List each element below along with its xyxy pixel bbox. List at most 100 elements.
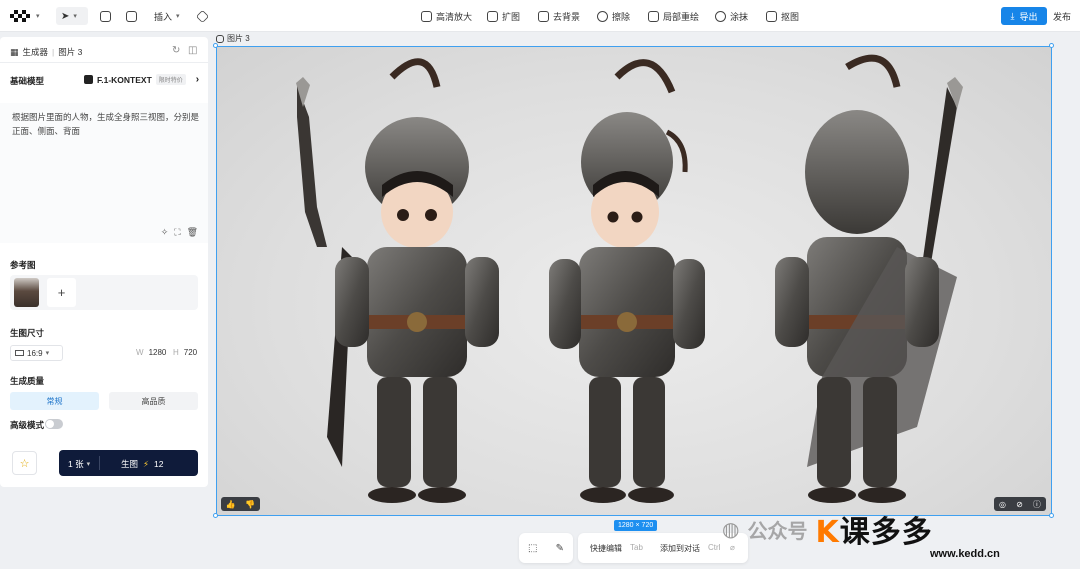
chevron-down-icon: ▾ [176, 13, 180, 20]
brand-logo: K课多多 [815, 515, 933, 550]
logo-icon [10, 10, 30, 22]
divider [99, 456, 100, 470]
smear-button[interactable]: 涂抹 [715, 7, 748, 25]
plus-icon: + [57, 285, 66, 300]
resize-handle[interactable] [213, 513, 218, 518]
image-icon [100, 10, 111, 22]
smear-icon [715, 10, 726, 22]
expand-icon [487, 10, 498, 22]
watermark-url: www.kedd.cn [930, 548, 1000, 560]
star-icon: ☆ [19, 457, 30, 470]
info-icon[interactable]: ⓘ [1033, 499, 1041, 510]
resize-handle[interactable] [1049, 513, 1054, 518]
generator-panel: ▦ 生成器 | 图片 3 ↻ ◫ 基础模型 F.1-KONTEXT 限时特价 ›… [0, 37, 208, 487]
frame-icon [126, 10, 137, 22]
thumbs-up-icon[interactable]: 👍 [226, 500, 236, 509]
image-controls: ◎ ⊘ ⓘ [994, 497, 1046, 511]
add-reference-button[interactable]: + [47, 278, 76, 307]
divider [0, 62, 208, 63]
size-label: 生图尺寸 [10, 328, 45, 338]
advanced-toggle[interactable] [45, 419, 63, 429]
eraser-icon [597, 10, 608, 22]
character-turnaround-illustration [296, 54, 963, 503]
quality-high-button[interactable]: 高品质 [109, 392, 198, 410]
export-button[interactable]: ⤓ 导出 [1001, 7, 1047, 25]
trash-icon[interactable]: 🗑 [187, 227, 198, 238]
chevron-down-icon: ▾ [36, 13, 40, 20]
generated-image[interactable] [216, 46, 1052, 516]
add-to-chat-shortcut: Ctrl [708, 543, 721, 552]
quick-edit-button[interactable]: 快捷编辑 [590, 543, 622, 554]
expand-prompt-icon[interactable]: ⛶ [174, 227, 180, 238]
advanced-label: 高级模式 [10, 420, 45, 430]
width-field[interactable]: W 1280 [136, 348, 166, 357]
inpaint-icon [648, 10, 659, 22]
upscale-button[interactable]: 高清放大 [421, 7, 472, 25]
base-model-label: 基础模型 [10, 76, 45, 86]
back-view-figure [775, 54, 963, 503]
generate-button[interactable]: 1 张 ▾ 生图 ⚡ 12 [59, 450, 198, 476]
ratio-icon [15, 350, 24, 356]
remove-bg-icon [538, 10, 549, 22]
chevron-right-icon: › [195, 74, 200, 85]
remove-bg-button[interactable]: 去背景 [538, 7, 580, 25]
publish-button[interactable]: 发布 [1053, 7, 1071, 25]
top-toolbar: ▾ ➤ ▾ 插入 ▾ 高清放大 扩图 去背景 擦除 局部重绘 涂抹 抠图 ⤓ 导… [0, 0, 1080, 32]
prompt-text[interactable]: 根据图片里面的人物，生成全身照三视图，分别是正面、侧面、背面 [12, 110, 200, 138]
magic-icon[interactable]: ✧ [161, 227, 169, 238]
quick-edit-shortcut: Tab [630, 543, 643, 552]
thumbs-down-icon[interactable]: 👎 [245, 500, 255, 509]
insert-menu[interactable]: 插入 ▾ [154, 7, 180, 25]
hide-icon[interactable]: ⊘ [1016, 500, 1023, 509]
chevron-down-icon: ▾ [73, 13, 77, 20]
watermark: ◍ 公众号 K课多多 [722, 505, 933, 553]
refresh-icon[interactable]: ↻ [172, 45, 180, 56]
model-selector[interactable]: F.1-KONTEXT 限时特价 › [84, 74, 199, 85]
model-icon [84, 75, 93, 84]
chevron-down-icon: ▾ [86, 461, 91, 468]
prompt-tools: ✧ ⛶ 🗑 [161, 227, 198, 238]
generator-icon: ▦ [10, 46, 19, 57]
3d-tool-button[interactable] [195, 7, 210, 25]
frame-tool-button[interactable] [126, 7, 137, 25]
resize-handle[interactable] [213, 43, 218, 48]
lasso-icon[interactable]: ✎ [556, 543, 564, 554]
eye-icon[interactable]: ◎ [999, 500, 1006, 509]
bolt-icon: ⚡ [143, 458, 149, 469]
marquee-icon[interactable]: ⬚ [528, 543, 537, 554]
add-to-chat-button[interactable]: 添加到对话 [660, 543, 700, 554]
logo-button[interactable]: ▾ [10, 7, 40, 25]
chevron-down-icon: ▾ [45, 350, 50, 357]
wechat-icon: ◍ [722, 518, 740, 541]
selection-tools: ⬚ ✎ [519, 533, 573, 563]
height-field[interactable]: H 720 [173, 348, 197, 357]
download-icon: ⤓ [1010, 10, 1015, 21]
quality-standard-button[interactable]: 常规 [10, 392, 99, 410]
breadcrumb: ▦ 生成器 | 图片 3 [10, 46, 83, 58]
expand-button[interactable]: 扩图 [487, 7, 520, 25]
upscale-icon [421, 10, 432, 22]
cutout-button[interactable]: 抠图 [766, 7, 799, 25]
erase-button[interactable]: 擦除 [597, 7, 630, 25]
image-title[interactable]: 图片 3 [216, 33, 250, 44]
cutout-icon [766, 10, 777, 22]
cursor-icon: ➤ [61, 10, 70, 22]
generate-label: 生图 ⚡ 12 [121, 458, 164, 470]
panel-layout-icon[interactable]: ◫ [188, 45, 197, 56]
reference-images: + [10, 275, 198, 310]
select-tool[interactable]: ➤ ▾ [56, 7, 88, 25]
reference-label: 参考图 [10, 260, 36, 270]
cube-icon [195, 9, 210, 23]
ratio-select[interactable]: 16:9 ▾ [10, 345, 63, 361]
resize-handle[interactable] [1049, 43, 1054, 48]
favorite-button[interactable]: ☆ [12, 451, 37, 475]
count-select[interactable]: 1 张 ▾ [68, 458, 90, 470]
reference-thumbnail[interactable] [14, 278, 39, 307]
image-icon [216, 34, 224, 43]
quality-label: 生成质量 [10, 376, 45, 386]
feedback-controls: 👍 👎 [221, 497, 260, 511]
image-tool-button[interactable] [100, 7, 111, 25]
prompt-input[interactable]: 根据图片里面的人物，生成全身照三视图，分别是正面、侧面、背面 ✧ ⛶ 🗑 [0, 103, 208, 243]
inpaint-button[interactable]: 局部重绘 [648, 7, 699, 25]
front-view-figure [296, 58, 499, 503]
